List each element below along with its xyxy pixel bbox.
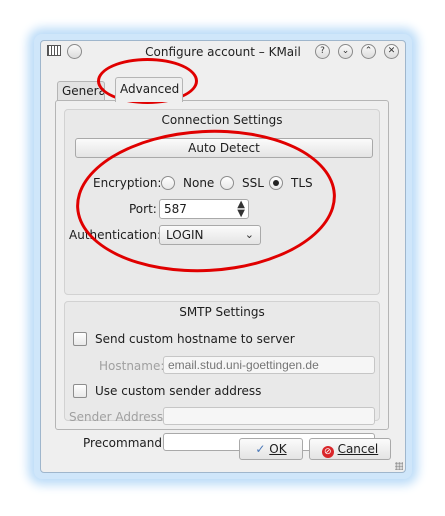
smtp-settings-group: SMTP Settings Send custom hostname to se… <box>64 301 380 451</box>
smtp-settings-title: SMTP Settings <box>179 305 265 319</box>
encryption-ssl-radio[interactable] <box>220 176 234 190</box>
port-spinbox[interactable]: 587 ▲ ▼ <box>159 199 249 219</box>
window-menu-icon[interactable] <box>47 45 61 56</box>
sender-address-label: Sender Address: <box>69 410 168 424</box>
maximize-button[interactable]: ⌃ <box>361 44 376 59</box>
ok-button[interactable]: ✓ OK <box>239 438 303 460</box>
ok-label: OK <box>269 442 287 456</box>
encryption-label: Encryption: <box>93 176 162 190</box>
custom-sender-label[interactable]: Use custom sender address <box>95 384 261 398</box>
checkmark-icon: ✓ <box>255 442 266 456</box>
authentication-label: Authentication: <box>69 228 162 242</box>
authentication-value: LOGIN <box>166 228 204 242</box>
precommand-label: Precommand: <box>83 436 167 450</box>
pin-icon[interactable] <box>67 44 82 59</box>
cancel-label: Cancel <box>337 442 379 456</box>
help-button[interactable]: ? <box>315 44 330 59</box>
cancel-icon: ⊘ <box>321 446 334 458</box>
encryption-ssl-label[interactable]: SSL <box>242 176 264 190</box>
encryption-tls-label[interactable]: TLS <box>291 176 313 190</box>
configure-account-window: Configure account – KMail ? ⌄ ⌃ ✕ Genera… <box>40 40 406 473</box>
port-value: 587 <box>164 202 187 216</box>
tab-general[interactable]: General <box>57 81 105 101</box>
tab-advanced-label: Advanced <box>120 82 180 96</box>
authentication-combobox[interactable]: LOGIN ⌄ <box>159 225 261 245</box>
tab-general-label: General <box>62 84 105 98</box>
send-hostname-label[interactable]: Send custom hostname to server <box>95 332 295 346</box>
advanced-tab-panel: Connection Settings Auto Detect Encrypti… <box>55 100 389 451</box>
hostname-label: Hostname: <box>99 359 165 373</box>
spin-arrows-icon[interactable]: ▲ ▼ <box>237 200 245 218</box>
encryption-none-radio[interactable] <box>161 176 175 190</box>
tab-advanced[interactable]: Advanced <box>115 77 183 102</box>
encryption-tls-radio[interactable] <box>269 176 283 190</box>
custom-sender-checkbox[interactable] <box>73 384 87 398</box>
connection-settings-group: Connection Settings Auto Detect Encrypti… <box>64 109 380 295</box>
sender-address-input[interactable] <box>163 407 375 425</box>
encryption-none-label[interactable]: None <box>183 176 214 190</box>
send-hostname-checkbox[interactable] <box>73 332 87 346</box>
title-bar[interactable]: Configure account – KMail ? ⌄ ⌃ ✕ <box>41 41 405 63</box>
port-label: Port: <box>129 202 157 216</box>
resize-grip-icon[interactable] <box>395 462 403 470</box>
cancel-button[interactable]: ⊘ Cancel <box>309 438 391 460</box>
close-button[interactable]: ✕ <box>384 44 399 59</box>
connection-settings-title: Connection Settings <box>161 113 283 127</box>
auto-detect-button[interactable]: Auto Detect <box>75 138 373 158</box>
minimize-button[interactable]: ⌄ <box>338 44 353 59</box>
hostname-input[interactable] <box>163 356 375 374</box>
chevron-down-icon: ⌄ <box>244 228 254 241</box>
